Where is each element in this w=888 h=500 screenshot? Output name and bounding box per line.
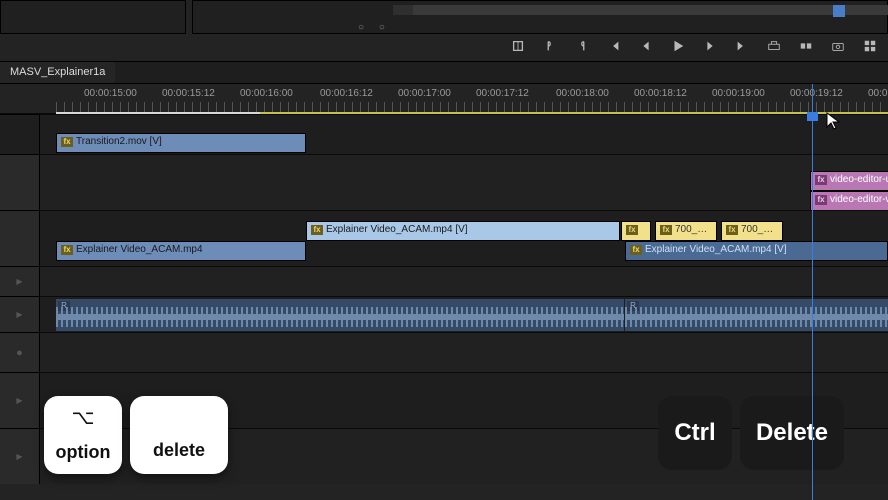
waveform-icon — [56, 307, 306, 327]
clip-label: 700_F_35 — [675, 224, 717, 235]
timecode-label: 00:00:19:12 — [790, 88, 843, 99]
audio-clip-3[interactable]: R — [625, 299, 888, 331]
clip-explainer-v0b[interactable]: fxExplainer Video_ACAM.mp4 [V] — [625, 241, 888, 261]
clip-explainer-v0a[interactable]: fxExplainer Video_ACAM.mp4 — [56, 241, 306, 261]
time-ruler[interactable]: 00:00:15:00 00:00:15:12 00:00:16:00 00:00:1… — [0, 84, 888, 114]
scrub-range — [413, 5, 888, 15]
zoom-dots: ○ ○ — [358, 22, 391, 33]
clip-label: Transition2.mov [V] — [76, 136, 162, 147]
clip-yellow-1[interactable]: fx — [621, 221, 651, 241]
keycap-delete-win: Delete — [740, 396, 844, 470]
keycap-option: ⌥ option — [44, 396, 122, 474]
track-header-v1[interactable] — [0, 210, 40, 266]
fx-badge-icon: fx — [311, 225, 323, 235]
timecode-label: 00:00:17:12 — [476, 88, 529, 99]
fx-badge-icon: fx — [61, 245, 73, 255]
track-header-a1[interactable]: ▶ — [0, 266, 40, 296]
clip-video-editor-1[interactable]: fxvideo-editor-using pro — [810, 171, 888, 191]
timecode-label: 00:00:17:00 — [398, 88, 451, 99]
audio-clip-1[interactable]: R — [56, 299, 306, 331]
source-monitor-panel — [0, 0, 186, 34]
timecode-label: 00:00:15:12 — [162, 88, 215, 99]
program-monitor-panel — [192, 0, 888, 34]
lift-icon[interactable] — [766, 38, 782, 54]
export-frame-icon[interactable] — [830, 38, 846, 54]
transport-bar — [510, 38, 878, 54]
clip-label: Explainer Video_ACAM.mp4 [V] — [645, 244, 787, 255]
track-header-v2[interactable] — [0, 154, 40, 210]
clip-explainer-v1[interactable]: fxExplainer Video_ACAM.mp4 [V] — [306, 221, 620, 241]
go-to-out-icon[interactable] — [734, 38, 750, 54]
play-icon[interactable] — [670, 38, 686, 54]
track-gap — [40, 266, 888, 296]
track-a2[interactable] — [40, 332, 888, 372]
fx-badge-icon: fx — [815, 175, 827, 185]
timecode-label: 00:00:18:12 — [634, 88, 687, 99]
timecode-label: 00:00:18:00 — [556, 88, 609, 99]
expand-icon[interactable]: ▶ — [16, 452, 22, 461]
button-editor-icon[interactable] — [862, 38, 878, 54]
fx-badge-icon: fx — [61, 137, 73, 147]
mark-out-icon[interactable] — [574, 38, 590, 54]
track-header-a3[interactable]: ● — [0, 332, 40, 372]
mic-icon: ● — [16, 347, 23, 359]
keycap-ctrl: Ctrl — [658, 396, 732, 470]
audio-clip-2[interactable] — [306, 299, 624, 331]
keycap-label: Ctrl — [674, 419, 715, 447]
fx-badge-icon: fx — [726, 225, 738, 235]
clip-yellow-2[interactable]: fx700_F_35 — [655, 221, 717, 241]
expand-icon[interactable]: ▶ — [16, 396, 22, 405]
timecode-label: 00:00:16:00 — [240, 88, 293, 99]
track-header-a4[interactable]: ▶ — [0, 372, 40, 428]
waveform-icon — [306, 307, 624, 327]
timecode-label: 00:00:16:12 — [320, 88, 373, 99]
mark-in-icon[interactable] — [542, 38, 558, 54]
waveform-icon — [625, 307, 888, 327]
sequence-tab[interactable]: MASV_Explainer1a — [0, 62, 115, 83]
go-to-in-icon[interactable] — [606, 38, 622, 54]
track-v3[interactable]: fxTransition2.mov [V] — [40, 114, 888, 154]
clip-label: video-editor-working- — [830, 194, 888, 205]
timecode-label: 00:00:15:00 — [84, 88, 137, 99]
track-v1[interactable]: fx fx700_F_35 fx700_F_35 fxExplainer Vid… — [40, 210, 888, 266]
track-a1[interactable]: R R — [40, 296, 888, 332]
expand-icon[interactable]: ▶ — [16, 310, 22, 319]
clip-label: Explainer Video_ACAM.mp4 — [76, 244, 203, 255]
clip-label: 700_F_35 — [741, 224, 783, 235]
keycap-delete-mac: delete — [130, 396, 228, 474]
track-v2[interactable]: fxvideo-editor-using pro fxvideo-editor-… — [40, 154, 888, 210]
track-header-a5[interactable]: ▶ — [0, 428, 40, 484]
fx-badge-icon: fx — [815, 195, 827, 205]
keycap-label: delete — [153, 440, 205, 461]
keycap-label: Delete — [756, 419, 828, 447]
clip-transition2[interactable]: fxTransition2.mov [V] — [56, 133, 306, 153]
option-symbol-icon: ⌥ — [71, 408, 94, 428]
fx-badge-icon: fx — [630, 245, 642, 255]
extract-icon[interactable] — [798, 38, 814, 54]
insert-icon[interactable] — [510, 38, 526, 54]
keycap-label: option — [56, 442, 111, 463]
clip-label: Explainer Video_ACAM.mp4 [V] — [326, 224, 468, 235]
monitor-area: ○ ○ — [0, 0, 888, 62]
sequence-tab-row: MASV_Explainer1a — [0, 62, 888, 84]
mouse-cursor-icon — [826, 112, 840, 130]
playhead-marker-icon[interactable] — [807, 112, 818, 121]
fx-badge-icon: fx — [626, 225, 638, 235]
step-forward-icon[interactable] — [702, 38, 718, 54]
clip-yellow-3[interactable]: fx700_F_35 — [721, 221, 783, 241]
clip-video-editor-2[interactable]: fxvideo-editor-working- — [810, 191, 888, 211]
timecode-label: 00:00 — [868, 88, 888, 99]
expand-icon[interactable]: ▶ — [16, 277, 22, 286]
timeline-playhead[interactable] — [812, 84, 813, 500]
clip-label: video-editor-using pro — [830, 174, 888, 185]
scrub-playhead[interactable] — [833, 5, 845, 17]
fx-badge-icon: fx — [660, 225, 672, 235]
step-back-icon[interactable] — [638, 38, 654, 54]
program-scrubber[interactable] — [393, 5, 879, 15]
track-header-v3[interactable] — [0, 114, 40, 154]
timecode-label: 00:00:19:00 — [712, 88, 765, 99]
track-header-a2[interactable]: ▶ — [0, 296, 40, 332]
